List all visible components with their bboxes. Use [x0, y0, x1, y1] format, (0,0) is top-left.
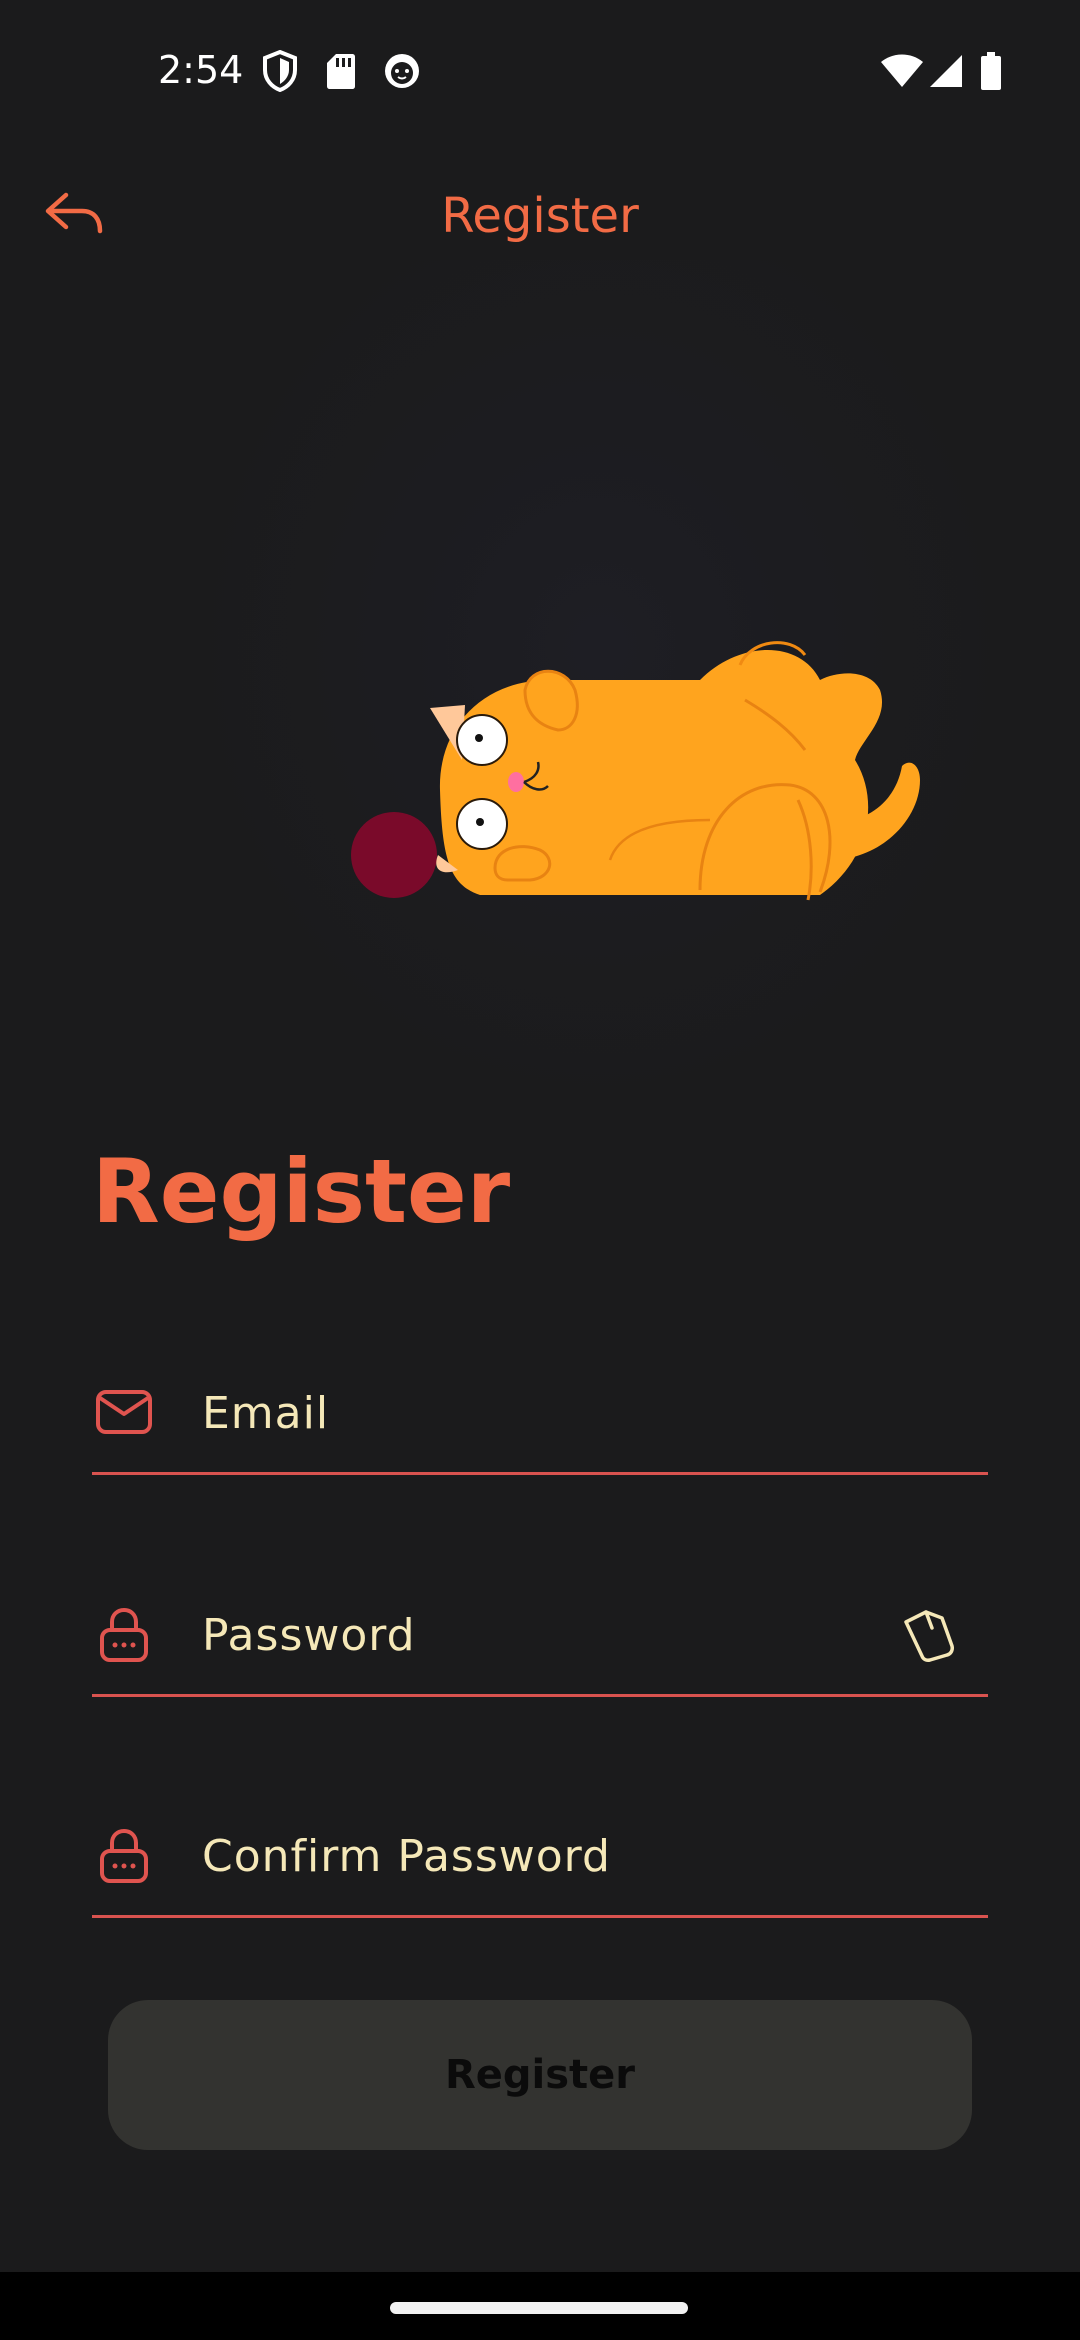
hero-illustration	[180, 260, 1020, 1120]
battery-icon	[980, 52, 1002, 95]
shield-icon	[262, 49, 298, 97]
status-bar: 2:54	[0, 0, 1080, 140]
cat-face-icon	[382, 50, 422, 95]
cat-illustration	[351, 641, 920, 901]
app-bar-title: Register	[441, 188, 639, 244]
password-field-container	[92, 1574, 988, 1697]
lock-icon	[94, 1825, 154, 1885]
register-button[interactable]: Register	[108, 2000, 972, 2150]
email-field-container	[92, 1352, 988, 1475]
lock-icon	[94, 1604, 154, 1664]
confirm-password-field-container	[92, 1795, 988, 1918]
visibility-toggle-icon[interactable]	[896, 1602, 960, 1666]
status-time: 2:54	[158, 48, 244, 92]
home-indicator[interactable]	[390, 2302, 688, 2314]
yarn-ball	[351, 812, 437, 898]
page-title: Register	[92, 1140, 511, 1243]
signal-icon	[928, 54, 964, 93]
mail-icon	[94, 1382, 154, 1442]
system-nav-bar	[0, 2272, 1080, 2340]
sd-card-icon	[326, 52, 356, 95]
email-field[interactable]	[200, 1374, 904, 1452]
confirm-password-field[interactable]	[200, 1817, 904, 1895]
password-field[interactable]	[200, 1596, 904, 1674]
wifi-icon	[880, 54, 924, 93]
